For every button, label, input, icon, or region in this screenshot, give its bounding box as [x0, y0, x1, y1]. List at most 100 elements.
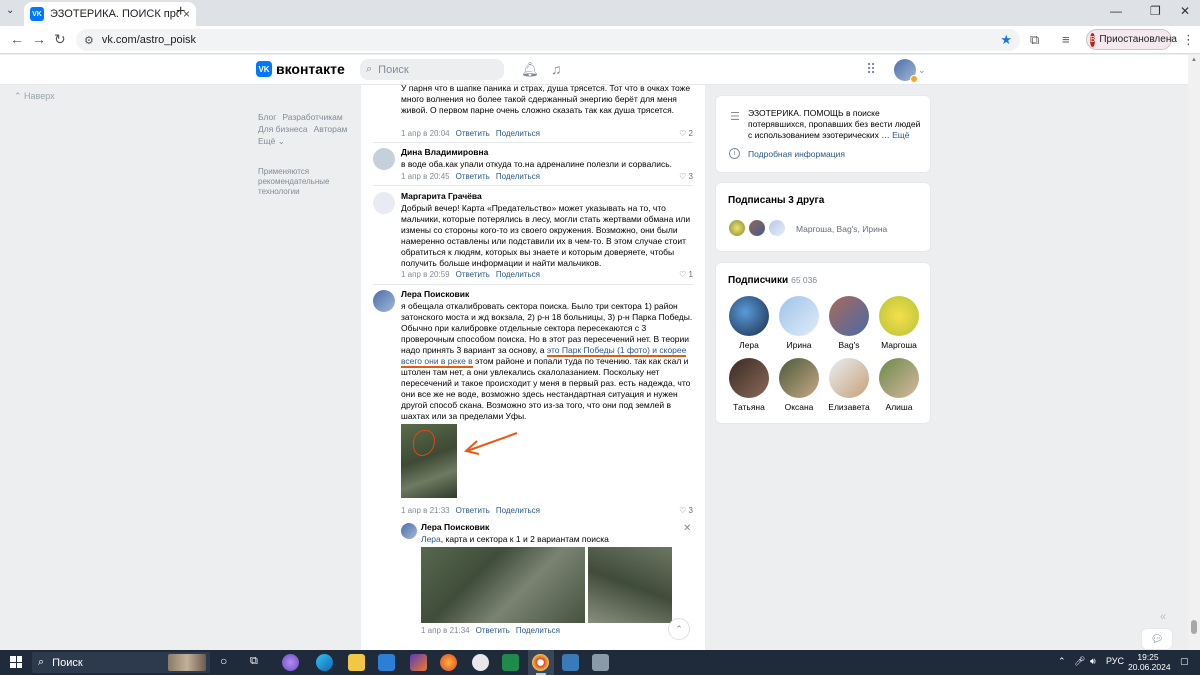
messenger-button[interactable]: 💬︎: [1141, 628, 1173, 650]
mail-icon[interactable]: [378, 654, 395, 671]
site-settings-icon[interactable]: ⚙: [84, 34, 94, 47]
file-explorer-icon[interactable]: [348, 654, 365, 671]
app-icon[interactable]: [410, 654, 427, 671]
vk-logo[interactable]: VK вконтакте: [256, 61, 345, 77]
footer-link[interactable]: Блог: [258, 112, 276, 122]
subscriber[interactable]: Маргоша: [874, 296, 924, 350]
notifications-bell-icon[interactable]: 🔔︎: [521, 61, 539, 78]
notifications-icon[interactable]: ▢: [1180, 656, 1189, 667]
minimize-icon[interactable]: —: [1110, 4, 1122, 18]
microphone-icon[interactable]: 🎤︎: [1074, 656, 1085, 667]
page-scrollbar[interactable]: ▲: [1188, 55, 1200, 650]
address-bar[interactable]: ⚙ vk.com/astro_poisk ★: [76, 29, 1020, 51]
maximize-icon[interactable]: ❐: [1150, 4, 1161, 18]
footer-link[interactable]: Авторам: [314, 124, 348, 134]
scroll-arrow-icon[interactable]: ▲: [1191, 57, 1197, 63]
like-button[interactable]: ♡ 3: [679, 506, 693, 515]
scroll-up-button[interactable]: ⌃: [668, 618, 690, 640]
reply-date[interactable]: 1 апр в 21:34: [421, 626, 470, 635]
avatar[interactable]: [373, 148, 395, 170]
system-clock[interactable]: 19:25 20.06.2024: [1128, 652, 1171, 672]
footer-link[interactable]: Ещё ⌄: [258, 136, 285, 146]
avatar[interactable]: [373, 192, 395, 214]
subscriber[interactable]: Оксана: [774, 358, 824, 412]
reply-mention[interactable]: Лера: [421, 534, 441, 544]
avatar[interactable]: [373, 290, 395, 312]
windows-start-icon[interactable]: [10, 656, 22, 668]
media-control-icon[interactable]: ≡: [1062, 32, 1070, 47]
chrome-icon[interactable]: [532, 654, 549, 671]
subscriber[interactable]: Лера: [724, 296, 774, 350]
new-tab-icon[interactable]: +: [176, 3, 185, 21]
comment-date[interactable]: 1 апр в 21:33: [401, 506, 450, 515]
excel-icon[interactable]: [502, 654, 519, 671]
edge-icon[interactable]: [316, 654, 333, 671]
reply-link[interactable]: Ответить: [456, 129, 490, 138]
music-note-icon[interactable]: ♫: [551, 61, 562, 77]
subscriber[interactable]: Татьяна: [724, 358, 774, 412]
subscriber[interactable]: Алиша: [874, 358, 924, 412]
close-icon[interactable]: ✕: [683, 523, 691, 534]
window-close-icon[interactable]: ✕: [1180, 4, 1190, 18]
share-link[interactable]: Поделиться: [496, 270, 540, 279]
yandex-browser-icon[interactable]: [472, 654, 489, 671]
footer-link[interactable]: Разработчикам: [282, 112, 342, 122]
reply-author[interactable]: Лера Поисковик: [421, 522, 681, 533]
collapse-chevrons-icon[interactable]: «: [1160, 611, 1166, 623]
volume-icon[interactable]: 🔊︎: [1090, 656, 1096, 667]
user-avatar[interactable]: [894, 59, 918, 83]
comment-author[interactable]: Дина Владимировна: [401, 147, 693, 158]
share-link[interactable]: Поделиться: [496, 129, 540, 138]
subscriber[interactable]: Bag's: [824, 296, 874, 350]
share-link[interactable]: Поделиться: [496, 506, 540, 515]
subscriber[interactable]: Елизавета: [824, 358, 874, 412]
app-icon[interactable]: [592, 654, 609, 671]
like-button[interactable]: ♡ 2: [679, 129, 693, 138]
map-photo[interactable]: [421, 547, 585, 623]
subscribers-title[interactable]: Подписчики 65 036: [728, 275, 817, 286]
scroll-to-top-link[interactable]: ⌃ Наверх: [14, 91, 55, 102]
app-icon[interactable]: [282, 654, 299, 671]
reply-link[interactable]: Ответить: [456, 270, 490, 279]
tray-expand-icon[interactable]: ⌃: [1058, 656, 1066, 667]
like-button[interactable]: ♡ 3: [679, 172, 693, 181]
map-photo[interactable]: [401, 424, 457, 498]
comment-author[interactable]: Лера Поисковик: [401, 289, 693, 300]
back-icon[interactable]: ←: [10, 31, 24, 47]
comment-date[interactable]: 1 апр в 20:45: [401, 172, 450, 181]
cortana-icon[interactable]: ○: [220, 654, 227, 668]
taskbar-search[interactable]: ⌕ Поиск: [32, 652, 210, 673]
scrollbar-thumb[interactable]: [1191, 620, 1197, 634]
bookmark-star-icon[interactable]: ★: [1000, 32, 1012, 48]
browser-tab[interactable]: VK ЭЗОТЕРИКА. ПОИСК пропавш ×: [24, 2, 196, 26]
reply-link[interactable]: Ответить: [476, 626, 510, 635]
reply-link[interactable]: Ответить: [456, 506, 490, 515]
vk-search-input[interactable]: ⌕ Поиск: [360, 59, 504, 80]
profile-button[interactable]: В Приостановлена: [1086, 29, 1177, 50]
footer-link[interactable]: Для бизнеса: [258, 124, 308, 134]
details-link[interactable]: Подробная информация: [748, 149, 845, 159]
share-link[interactable]: Поделиться: [496, 172, 540, 181]
forward-icon[interactable]: →: [32, 31, 46, 47]
task-view-icon[interactable]: ⧉: [250, 655, 258, 668]
extensions-icon[interactable]: ⧉: [1030, 32, 1039, 48]
reload-icon[interactable]: ↻: [54, 31, 66, 48]
subscriber[interactable]: Ирина: [774, 296, 824, 350]
map-photo[interactable]: [588, 547, 672, 623]
comment-date[interactable]: 1 апр в 20:04: [401, 129, 450, 138]
apps-grid-icon[interactable]: ⠿: [866, 61, 876, 78]
tab-search-icon[interactable]: ⌄: [6, 5, 14, 16]
like-button[interactable]: ♡ 1: [679, 270, 693, 279]
avatar[interactable]: [401, 523, 417, 539]
reply-link[interactable]: Ответить: [456, 172, 490, 181]
browser-menu-icon[interactable]: ⋮: [1182, 32, 1195, 48]
chevron-down-icon[interactable]: ⌄: [918, 65, 926, 76]
share-link[interactable]: Поделиться: [516, 626, 560, 635]
comment-date[interactable]: 1 апр в 20:59: [401, 270, 450, 279]
app-icon[interactable]: [562, 654, 579, 671]
language-indicator[interactable]: РУС: [1106, 656, 1124, 666]
firefox-icon[interactable]: [440, 654, 457, 671]
friends-card[interactable]: Подписаны 3 друга Маргоша, Bag's, Ирина: [715, 182, 931, 252]
show-more-link[interactable]: Ещё: [892, 130, 909, 140]
comment-author[interactable]: Маргарита Грачёва: [401, 191, 693, 202]
